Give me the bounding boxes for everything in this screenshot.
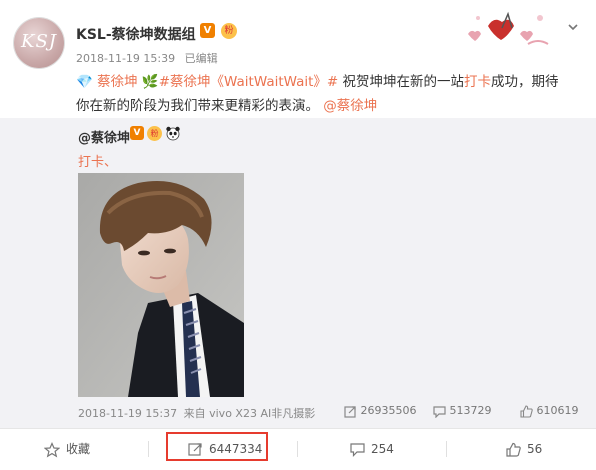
original-meta: 2018-11-19 15:37 来自 vivo X23 AI非凡摄影 (78, 405, 315, 421)
mention-link-2[interactable]: @蔡徐坤 (323, 98, 377, 114)
verified-badge: V (130, 126, 144, 140)
post-text-1: 祝贺坤坤在新的一站 (342, 74, 465, 90)
panda-icon (166, 126, 180, 141)
chevron-down-icon[interactable] (567, 21, 579, 33)
repost-button[interactable]: 6447334 (188, 440, 262, 458)
comment-count: 254 (371, 442, 394, 456)
thumbs-up-icon (520, 404, 533, 418)
header-decoration (468, 11, 549, 45)
mention-link[interactable]: 蔡徐坤 (97, 74, 138, 90)
post-photo[interactable] (78, 173, 244, 397)
original-text[interactable]: 打卡、 (78, 151, 117, 170)
hashtag-link[interactable]: #蔡徐坤《WaitWaitWait》# (159, 74, 339, 90)
original-timestamp[interactable]: 2018-11-19 15:37 (78, 407, 177, 420)
avatar-monogram: KSJ (21, 31, 57, 52)
post-timestamp[interactable]: 2018-11-19 15:39 (76, 52, 175, 65)
diamond-icon: 💎 (76, 74, 93, 90)
repost-count: 6447334 (209, 442, 263, 456)
original-author[interactable]: @蔡徐坤 (78, 127, 130, 146)
fan-badge-icon: 粉 (221, 23, 237, 39)
original-like-count[interactable]: 610619 (520, 404, 579, 418)
verified-badge: V (200, 23, 215, 38)
original-repost-value: 26935506 (360, 404, 417, 417)
original-like-value: 610619 (536, 404, 579, 417)
checkin-link[interactable]: 打卡 (464, 74, 491, 90)
comment-button[interactable]: 254 (350, 440, 394, 458)
like-count: 56 (527, 442, 543, 456)
post-meta: 2018-11-19 15:39 已编辑 (76, 50, 218, 66)
repost-icon (344, 405, 356, 418)
edited-label: 已编辑 (184, 52, 218, 65)
fan-badge-icon: 粉 (147, 126, 162, 141)
comment-icon (350, 443, 365, 457)
avatar[interactable]: KSJ (14, 18, 64, 68)
favorite-label: 收藏 (66, 442, 91, 456)
star-icon (43, 441, 61, 457)
username[interactable]: KSL-蔡徐坤数据组 (76, 24, 196, 44)
post-text-3: 你在新的阶段为我们带来更精彩的表演。 (76, 98, 319, 114)
original-source: 来自 vivo X23 AI非凡摄影 (183, 407, 316, 420)
original-comment-count[interactable]: 513729 (433, 404, 492, 418)
original-comment-value: 513729 (449, 404, 492, 417)
post-text-2: 成功，期待 (491, 74, 559, 90)
thumbs-up-icon (506, 442, 521, 457)
original-repost-count[interactable]: 26935506 (344, 404, 417, 418)
repost-icon (188, 443, 202, 456)
post-text: 💎 蔡徐坤 🌿#蔡徐坤《WaitWaitWait》# 祝贺坤坤在新的一站打卡成功… (76, 70, 576, 118)
like-button[interactable]: 56 (506, 440, 542, 458)
leaf-icon: 🌿 (141, 74, 159, 90)
favorite-button[interactable]: 收藏 (43, 440, 91, 458)
comment-icon (433, 405, 446, 418)
